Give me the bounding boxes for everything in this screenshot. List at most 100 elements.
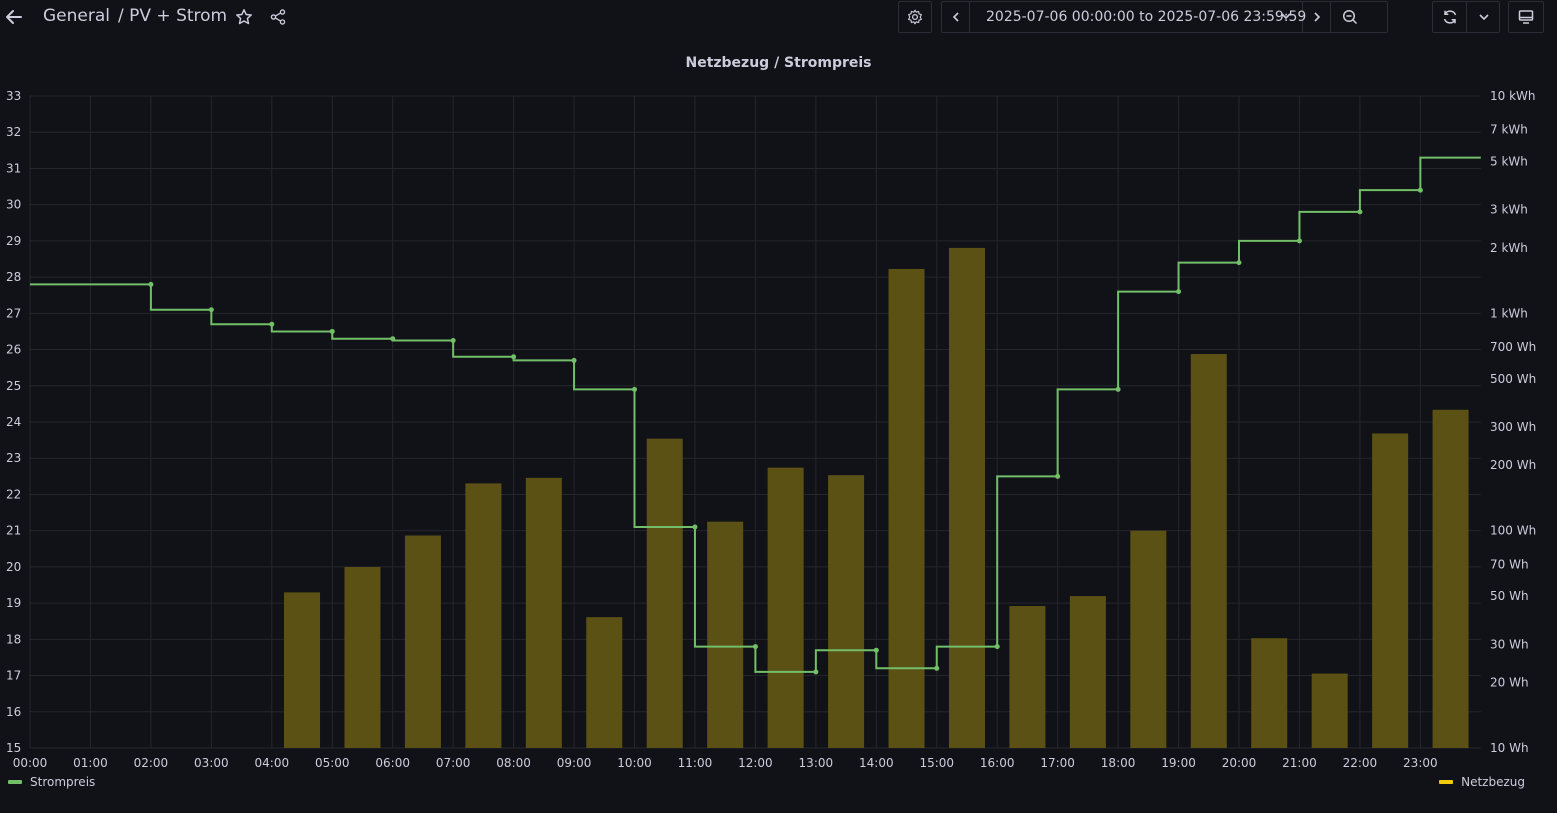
legend-swatch-netzbezug <box>1439 780 1454 784</box>
y-tick-label-right: 50 Wh <box>1490 589 1529 603</box>
y-tick-label-left: 19 <box>6 596 21 610</box>
strompreis-point <box>1115 386 1121 392</box>
zoom-out-button[interactable] <box>1331 2 1369 32</box>
time-range-text: 2025-07-06 00:00:00 to 2025-07-06 23:59:… <box>986 9 1307 25</box>
time-range-prev-button[interactable] <box>942 2 970 32</box>
strompreis-point <box>1176 289 1182 295</box>
netzbezug-bar <box>1372 433 1409 748</box>
x-tick-label: 14:00 <box>859 756 894 770</box>
x-tick-label: 08:00 <box>496 756 531 770</box>
monitor-icon <box>1518 10 1534 24</box>
x-tick-label: 11:00 <box>678 756 713 770</box>
y-tick-label-right: 3 kWh <box>1490 203 1528 217</box>
netzbezug-bar <box>767 467 804 748</box>
strompreis-point <box>571 357 577 363</box>
legend-item-netzbezug[interactable]: Netzbezug <box>1439 775 1525 789</box>
y-tick-label-left: 25 <box>6 379 21 393</box>
strompreis-point <box>934 665 940 671</box>
back-button[interactable] <box>2 5 26 29</box>
refresh-interval-dropdown[interactable] <box>1467 2 1501 32</box>
netzbezug-bar <box>1432 409 1469 748</box>
netzbezug-bar <box>284 592 321 748</box>
strompreis-point <box>994 644 1000 650</box>
strompreis-point <box>269 321 275 327</box>
legend-swatch-strompreis <box>8 780 22 784</box>
x-tick-label: 02:00 <box>134 756 169 770</box>
y-tick-label-left: 28 <box>6 270 21 284</box>
netzbezug-bar <box>525 477 562 748</box>
strompreis-point <box>752 644 758 650</box>
y-axis-left: 15 16 17 18 19 20 21 22 23 24 25 26 27 28 29 30 31 32 33 <box>6 89 21 755</box>
share-icon <box>270 9 286 25</box>
star-icon <box>236 9 252 25</box>
x-tick-label: 09:00 <box>557 756 592 770</box>
legend-item-strompreis[interactable]: Strompreis <box>8 775 95 789</box>
y-tick-label-left: 21 <box>6 524 21 538</box>
y-tick-label-right: 5 kWh <box>1490 154 1528 168</box>
share-button[interactable] <box>267 6 289 28</box>
x-axis: 00:00 01:00 02:00 03:00 04:00 05:00 06:00 07:00… <box>13 756 1438 770</box>
refresh-icon <box>1443 10 1456 24</box>
legend-label-strompreis: Strompreis <box>30 775 96 789</box>
strompreis-point <box>1236 260 1242 266</box>
time-range-picker-button[interactable]: 2025-07-06 00:00:00 to 2025-07-06 23:59:… <box>970 2 1307 32</box>
chevron-left-icon <box>952 12 959 22</box>
x-tick-label: 12:00 <box>738 756 773 770</box>
dashboard-settings-button[interactable] <box>898 1 932 33</box>
strompreis-point <box>511 354 517 360</box>
x-tick-label: 04:00 <box>255 756 290 770</box>
x-tick-label: 20:00 <box>1222 756 1257 770</box>
y-tick-label-left: 24 <box>6 415 21 429</box>
tv-mode-button[interactable] <box>1508 1 1544 33</box>
netzbezug-bar <box>465 483 502 748</box>
y-tick-label-left: 23 <box>6 451 21 465</box>
chevron-down-icon <box>1281 13 1291 20</box>
star-button[interactable] <box>233 6 255 28</box>
y-tick-label-right: 20 Wh <box>1490 676 1529 690</box>
netzbezug-bar <box>1009 606 1046 748</box>
y-tick-label-right: 200 Wh <box>1490 458 1536 472</box>
gear-icon <box>908 9 922 25</box>
y-tick-label-left: 33 <box>6 89 21 103</box>
netzbezug-bar <box>1251 638 1288 748</box>
y-tick-label-left: 26 <box>6 343 21 357</box>
top-nav-bar: General / PV + Strom 2025-07-06 00:00:00… <box>0 0 1557 36</box>
time-range-picker-group: 2025-07-06 00:00:00 to 2025-07-06 23:59:… <box>941 1 1388 33</box>
chevron-down-icon <box>1479 14 1489 21</box>
x-tick-label: 18:00 <box>1101 756 1136 770</box>
y-tick-label-left: 15 <box>6 741 21 755</box>
x-tick-label: 01:00 <box>73 756 108 770</box>
breadcrumb-dashboard: / PV + Strom <box>118 6 228 26</box>
y-tick-label-left: 20 <box>6 560 21 574</box>
y-tick-label-right: 300 Wh <box>1490 420 1536 434</box>
y-tick-label-right: 70 Wh <box>1490 557 1529 571</box>
chevron-right-icon <box>1313 12 1320 22</box>
x-tick-label: 10:00 <box>617 756 652 770</box>
y-tick-label-left: 22 <box>6 487 21 501</box>
y-tick-label-left: 29 <box>6 234 21 248</box>
refresh-group <box>1432 1 1500 33</box>
x-tick-label: 17:00 <box>1040 756 1075 770</box>
netzbezug-bar <box>707 521 744 748</box>
strompreis-point <box>148 281 154 287</box>
netzbezug-bar <box>586 617 623 748</box>
zoom-out-icon <box>1342 9 1358 25</box>
x-tick-label: 07:00 <box>436 756 471 770</box>
netzbezug-bar <box>344 567 381 748</box>
legend-label-netzbezug: Netzbezug <box>1461 775 1525 789</box>
y-tick-label-left: 32 <box>6 125 21 139</box>
breadcrumb-folder[interactable]: General <box>43 6 110 26</box>
refresh-button[interactable] <box>1433 2 1467 32</box>
netzbezug-bar <box>1190 353 1227 748</box>
x-tick-label: 06:00 <box>375 756 410 770</box>
time-range-next-button[interactable] <box>1303 2 1331 32</box>
y-tick-label-right: 30 Wh <box>1490 637 1529 651</box>
timeseries-chart: 15 16 17 18 19 20 21 22 23 24 25 26 27 28 29 30 31 32 33 1… <box>6 89 1536 770</box>
netzbezug-bar <box>1069 596 1106 748</box>
y-tick-label-right: 1 kWh <box>1490 306 1528 320</box>
x-tick-label: 00:00 <box>13 756 48 770</box>
strompreis-point <box>1055 473 1061 479</box>
strompreis-point <box>390 336 396 342</box>
netzbezug-bar <box>1311 673 1348 748</box>
y-tick-label-left: 16 <box>6 705 21 719</box>
